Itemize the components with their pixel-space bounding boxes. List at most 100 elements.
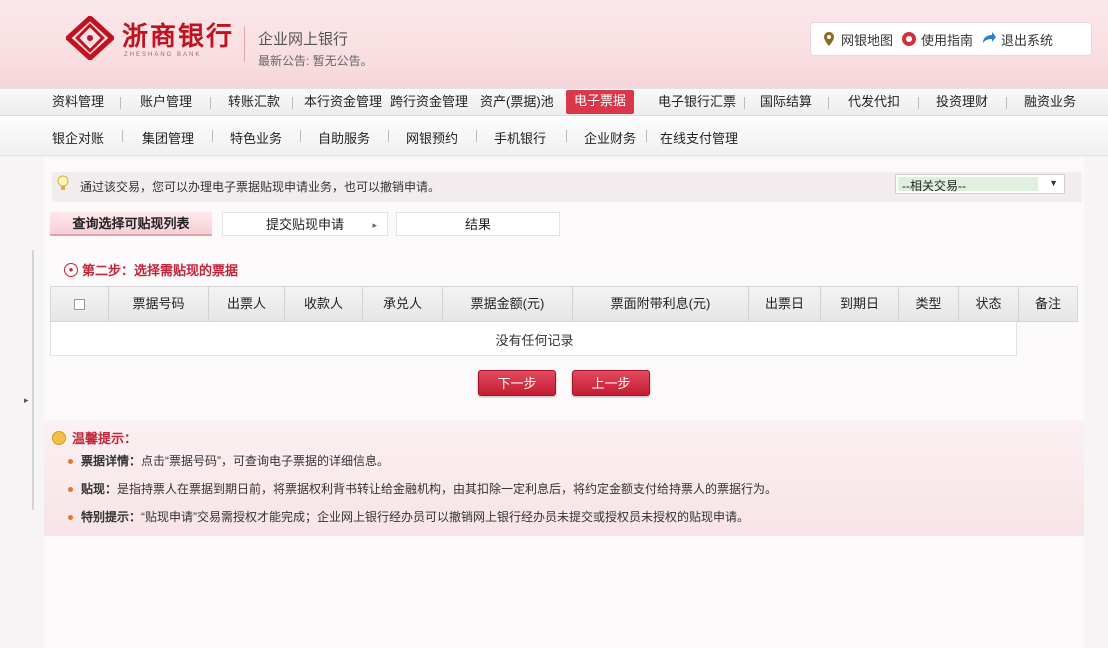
nav-item-payroll[interactable]: 代发代扣 xyxy=(848,89,900,117)
map-pin-icon xyxy=(824,32,834,46)
next-step-button[interactable]: 下一步 xyxy=(478,370,556,396)
th-status: 状态 xyxy=(959,287,1019,321)
top-link-map-label: 网银地图 xyxy=(841,32,894,48)
nav-separator xyxy=(744,97,745,109)
nav-separator xyxy=(828,97,829,109)
bank-subtitle: ZHESHANG BANK xyxy=(124,52,202,58)
nav2-item-appointment[interactable]: 网银预约 xyxy=(406,128,458,147)
top-link-guide[interactable]: 使用指南 xyxy=(901,30,973,49)
nav-separator xyxy=(918,97,919,109)
th-select-all xyxy=(51,287,109,321)
section-title-text: 第二步：选择需贴现的票据 xyxy=(82,263,239,278)
nav-item-e-bank-drafts[interactable]: 电子银行汇票 xyxy=(658,89,736,117)
tip-item: 特别提示：“贴现申请”交易需授权才能完成；企业网上银行经办员可以撤销网上银行经办… xyxy=(68,508,749,525)
th-issue-date: 出票日 xyxy=(749,287,821,321)
nav2-item-mobile-bank[interactable]: 手机银行 xyxy=(494,128,546,147)
tip-key: 票据详情： xyxy=(81,454,142,468)
tip-text: 是指持票人在票据到期日前，将票据权利背书转让给金融机构，由其扣除一定利息后，将约… xyxy=(117,482,778,496)
nav-item-asset-pool[interactable]: 资产(票据)池 xyxy=(480,89,554,117)
th-acceptor: 承兑人 xyxy=(363,287,443,321)
nav2-item-featured[interactable]: 特色业务 xyxy=(230,128,282,147)
nav-separator xyxy=(566,130,567,142)
header-divider xyxy=(244,26,245,62)
tip-item: 票据详情：点击“票据号码”，可查询电子票据的详细信息。 xyxy=(68,452,389,469)
bullet-icon xyxy=(68,487,73,493)
tip-key: 贴现： xyxy=(81,482,118,496)
system-title: 企业网上银行 xyxy=(258,31,349,48)
latest-notice: 最新公告: 暂无公告。 xyxy=(258,54,373,68)
nav-separator xyxy=(476,130,477,142)
th-bill-amount: 票据金额(元) xyxy=(443,287,573,321)
nav-item-transfer[interactable]: 转账汇款 xyxy=(228,89,280,117)
step-arrow-icon: ▸ xyxy=(372,220,377,230)
info-text: 通过该交易，您可以办理电子票据贴现申请业务，也可以撤销申请。 xyxy=(80,180,441,194)
nav-separator xyxy=(1006,97,1007,109)
th-bill-number: 票据号码 xyxy=(109,287,209,321)
chevron-down-icon: ▼ xyxy=(1049,178,1058,188)
nav2-item-self-service[interactable]: 自助服务 xyxy=(318,128,370,147)
top-link-map[interactable]: 网银地图 xyxy=(821,30,893,49)
tips-title-text: 温馨提示： xyxy=(72,431,138,446)
nav-item-intra-bank-funds[interactable]: 本行资金管理 xyxy=(304,89,382,117)
nav-item-financing[interactable]: 融资业务 xyxy=(1024,89,1076,117)
nav-separator xyxy=(122,130,123,142)
help-icon xyxy=(902,32,917,46)
nav-separator xyxy=(120,97,121,109)
logout-icon xyxy=(983,32,997,43)
tip-key: 特别提示： xyxy=(81,510,142,524)
primary-nav: 资料管理 账户管理 转账汇款 本行资金管理 跨行资金管理 资产(票据)池 电子票… xyxy=(0,88,1108,116)
th-interest: 票面附带利息(元) xyxy=(573,287,749,321)
select-all-checkbox[interactable] xyxy=(74,299,85,311)
left-edge-divider xyxy=(32,250,34,510)
bullet-icon xyxy=(68,515,73,521)
tips-title: 温馨提示： xyxy=(52,428,137,447)
step-query-list[interactable]: 查询选择可贴现列表 xyxy=(50,212,212,236)
bills-table: 票据号码 出票人 收款人 承兑人 票据金额(元) 票面附带利息(元) 出票日 到… xyxy=(50,286,1078,356)
top-link-logout[interactable]: 退出系统 xyxy=(981,30,1053,49)
th-due-date: 到期日 xyxy=(821,287,899,321)
top-links: 网银地图 使用指南 退出系统 xyxy=(810,22,1092,56)
empty-row-text: 没有任何记录 xyxy=(495,333,574,348)
nav-item-e-bills[interactable]: 电子票据 xyxy=(566,90,635,114)
secondary-nav: 银企对账 集团管理 特色业务 自助服务 网银预约 手机银行 企业财务 在线支付管… xyxy=(0,116,1108,156)
th-type: 类型 xyxy=(899,287,959,321)
top-link-guide-label: 使用指南 xyxy=(921,32,974,48)
nav2-item-group[interactable]: 集团管理 xyxy=(142,128,194,147)
step-submit-application[interactable]: 提交贴现申请 ▸ xyxy=(222,212,388,236)
th-remark: 备注 xyxy=(1034,296,1061,311)
nav-separator xyxy=(646,130,647,142)
nav-separator xyxy=(210,97,211,109)
nav-separator xyxy=(300,130,301,142)
nav-item-accounts[interactable]: 账户管理 xyxy=(140,89,192,117)
nav-item-profile[interactable]: 资料管理 xyxy=(52,89,104,117)
nav-item-intl-settlement[interactable]: 国际结算 xyxy=(760,89,812,117)
select-value: --相关交易-- xyxy=(902,179,966,193)
th-payee: 收款人 xyxy=(285,287,363,321)
nav2-item-reconciliation[interactable]: 银企对账 xyxy=(52,128,104,147)
related-transactions-select[interactable]: --相关交易-- ▼ xyxy=(895,174,1065,194)
table-body: 没有任何记录 xyxy=(50,322,1017,356)
top-link-logout-label: 退出系统 xyxy=(1001,32,1054,48)
tip-text: “贴现申请”交易需授权才能完成；企业网上银行经办员可以撤销网上银行经办员未提交或… xyxy=(141,510,750,524)
step-submit-label: 提交贴现申请 xyxy=(265,217,344,232)
lightbulb-icon xyxy=(57,175,69,190)
bullet-icon xyxy=(68,459,73,465)
section-title: ● 第二步：选择需贴现的票据 xyxy=(64,260,238,279)
step-circle-icon: ● xyxy=(64,262,78,277)
info-icon xyxy=(52,430,66,445)
bank-name: 浙商银行 xyxy=(122,22,235,52)
nav-separator xyxy=(212,130,213,142)
nav-item-inter-bank-funds[interactable]: 跨行资金管理 xyxy=(390,89,468,117)
nav-separator xyxy=(292,97,293,109)
nav-item-investment[interactable]: 投资理财 xyxy=(936,89,988,117)
nav2-item-corp-finance[interactable]: 企业财务 xyxy=(584,128,636,147)
prev-step-button[interactable]: 上一步 xyxy=(572,370,650,396)
bank-logo-icon xyxy=(66,16,114,60)
table-header: 票据号码 出票人 收款人 承兑人 票据金额(元) 票面附带利息(元) 出票日 到… xyxy=(50,286,1078,322)
step-result[interactable]: 结果 xyxy=(396,212,560,236)
nav2-item-online-payment[interactable]: 在线支付管理 xyxy=(660,128,738,147)
th-drawer: 出票人 xyxy=(209,287,285,321)
header: 浙商银行 ZHESHANG BANK 企业网上银行 最新公告: 暂无公告。 网银… xyxy=(0,0,1108,88)
tip-item: 贴现：是指持票人在票据到期日前，将票据权利背书转让给金融机构，由其扣除一定利息后… xyxy=(68,480,777,497)
collapse-arrow-icon[interactable]: ▸ xyxy=(24,395,29,406)
